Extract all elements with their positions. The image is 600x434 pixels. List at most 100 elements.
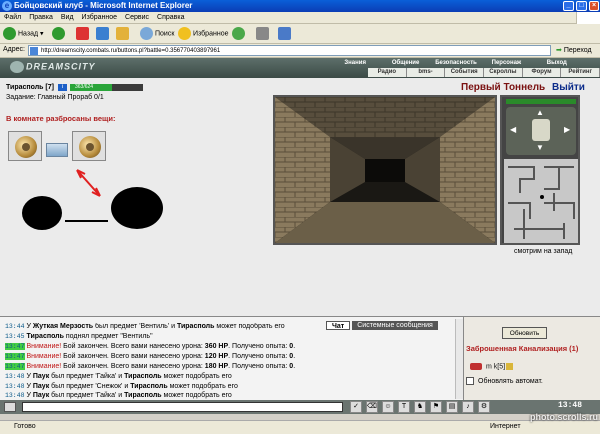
auto-refresh-checkbox[interactable]: [466, 377, 474, 385]
tab-system-messages[interactable]: Системные сообщения: [352, 321, 438, 330]
nav-character[interactable]: Персонаж: [481, 59, 531, 67]
timer-bar: [506, 99, 576, 104]
menu-file[interactable]: Файл: [0, 12, 25, 23]
log-icon[interactable]: ▤: [446, 401, 458, 413]
arrow-left-icon[interactable]: ◀: [510, 125, 516, 134]
forward-arrow-icon: [52, 27, 65, 40]
menu-view[interactable]: Вид: [57, 12, 78, 23]
item-nut[interactable]: [8, 131, 42, 161]
send-icon[interactable]: ✓: [350, 401, 362, 413]
print-button[interactable]: [256, 27, 271, 41]
address-bar: Адрес: http://dreamscity.combats.ru/butt…: [0, 44, 600, 58]
subnav-rating[interactable]: Рейтинг: [561, 68, 600, 77]
subnav-radio[interactable]: Радио: [368, 68, 407, 77]
home-icon: [116, 27, 129, 40]
tab-chat[interactable]: Чат: [326, 321, 351, 330]
nav-security[interactable]: Безопасность: [431, 59, 481, 67]
hp-text: 363/624: [75, 84, 94, 90]
stop-button[interactable]: [76, 27, 91, 41]
window-button[interactable]: [278, 27, 293, 41]
chat-input[interactable]: [22, 402, 343, 412]
character-name[interactable]: Тирасполь [7]: [6, 84, 54, 91]
watermark: photo.scrolls.ru: [529, 412, 598, 422]
user-link[interactable]: m k[5]: [486, 363, 514, 370]
nav-exit[interactable]: Выход: [532, 59, 582, 67]
menu-bar: Файл Правка Вид Избранное Сервис Справка: [0, 12, 600, 24]
user-private-icon[interactable]: [470, 363, 482, 370]
dungeon-view[interactable]: [273, 95, 497, 245]
auto-refresh-toggle[interactable]: Обновлять автомат.: [466, 377, 543, 385]
refresh-icon: [96, 27, 109, 40]
maximize-button[interactable]: □: [576, 1, 587, 11]
settings-icon[interactable]: ⚙: [478, 401, 490, 413]
clear-icon[interactable]: ⌫: [366, 401, 378, 413]
arrow-down-icon[interactable]: ▼: [536, 143, 544, 152]
room-items-header: В комнате разбросаны вещи:: [6, 114, 116, 123]
chat-line: 13:47 Внимание! Бой закончен. Всего вами…: [5, 343, 296, 350]
subnav-forum[interactable]: Форум: [523, 68, 562, 77]
annotation-drawing: [22, 169, 163, 230]
home-button[interactable]: [116, 27, 131, 41]
sub-navigation: Радио bms-история События Скроллы Форум …: [368, 68, 600, 84]
forward-button[interactable]: [52, 27, 67, 41]
chat-scrollbar[interactable]: [455, 319, 463, 399]
look-direction: смотрим на запад: [514, 248, 573, 255]
top-navigation: Знания Общение Безопасность Персонаж Вых…: [330, 59, 582, 67]
subnav-bms-history[interactable]: bms-история: [407, 68, 446, 84]
search-button[interactable]: Поиск: [140, 27, 174, 41]
minimize-button[interactable]: _: [563, 1, 574, 11]
menu-tools[interactable]: Сервис: [121, 12, 153, 23]
navigation-panel: ▲ ▼ ◀ ▶: [500, 95, 580, 245]
site-logo: DREAMSCITY: [10, 61, 96, 73]
game-header: DREAMSCITY Знания Общение Безопасность П…: [0, 58, 600, 84]
item-snowball[interactable]: [46, 143, 68, 157]
info-icon[interactable]: i: [58, 84, 67, 91]
window-title: Бойцовский клуб - Microsoft Internet Exp…: [14, 1, 193, 10]
close-button[interactable]: ×: [589, 1, 599, 11]
arrow-up-icon[interactable]: ▲: [536, 108, 544, 117]
printer-icon: [256, 27, 269, 40]
chat-input-bar: ✓ ⌫ ☺ T ♞ ⚑ ▤ ♪ ⚙ 13:48: [0, 400, 600, 414]
back-button[interactable]: Назад ▾: [3, 27, 44, 41]
translit-icon[interactable]: T: [398, 401, 410, 413]
page-icon: [30, 47, 38, 55]
exit-link[interactable]: Выйти: [552, 82, 585, 93]
browser-status-bar: Готово Интернет: [0, 420, 600, 434]
nut-icon: [79, 136, 101, 158]
window-icon: [278, 27, 291, 40]
nav-knowledge[interactable]: Знания: [330, 59, 380, 67]
go-button[interactable]: ➡ Переход: [556, 45, 592, 57]
game-clock: 13:48: [558, 401, 583, 410]
chat-line: 13:45 Тирасполь поднял предмет "Вентиль": [5, 333, 153, 340]
fighter-icon[interactable]: ♞: [414, 401, 426, 413]
media-icon: [232, 27, 245, 40]
favorites-button[interactable]: Избранное: [178, 27, 228, 41]
toolbar: Назад ▾ Поиск Избранное: [0, 24, 600, 44]
direction-controls[interactable]: ▲ ▼ ◀ ▶: [506, 107, 576, 155]
chat-prefix-icon[interactable]: [4, 402, 16, 412]
location-name: Первый Тоннель: [461, 82, 546, 93]
arrow-right-icon[interactable]: ▶: [564, 125, 570, 134]
sound-icon[interactable]: ♪: [462, 401, 474, 413]
url-input[interactable]: http://dreamscity.combats.ru/buttons.pl?…: [28, 45, 551, 56]
search-icon: [140, 27, 153, 40]
subnav-scrolls[interactable]: Скроллы: [484, 68, 523, 77]
menu-edit[interactable]: Правка: [25, 12, 57, 23]
chat-panel: Чат Системные сообщения 13:44 У Жуткая М…: [0, 316, 463, 400]
menu-favorites[interactable]: Избранное: [78, 12, 121, 23]
user-info-icon[interactable]: [506, 363, 514, 370]
subnav-events[interactable]: События: [445, 68, 485, 77]
walk-icon[interactable]: ⚑: [430, 401, 442, 413]
refresh-button[interactable]: [96, 27, 111, 41]
media-button[interactable]: [232, 27, 247, 41]
refresh-users-button[interactable]: Обновить: [502, 327, 547, 339]
chat-line: 13:48 У Паук был предмет 'Снежок' и Тира…: [5, 383, 238, 390]
menu-help[interactable]: Справка: [153, 12, 188, 23]
star-icon: [178, 27, 191, 40]
location-users-panel: Обновить Заброшенная Канализация (1) m k…: [463, 316, 600, 400]
nav-communication[interactable]: Общение: [380, 59, 430, 67]
item-nut[interactable]: [72, 131, 106, 161]
task-text: Задание: Главный Прораб 0/1: [6, 94, 104, 101]
chat-line: 13:47 Внимание! Бой закончен. Всего вами…: [5, 363, 296, 370]
smile-icon[interactable]: ☺: [382, 401, 394, 413]
